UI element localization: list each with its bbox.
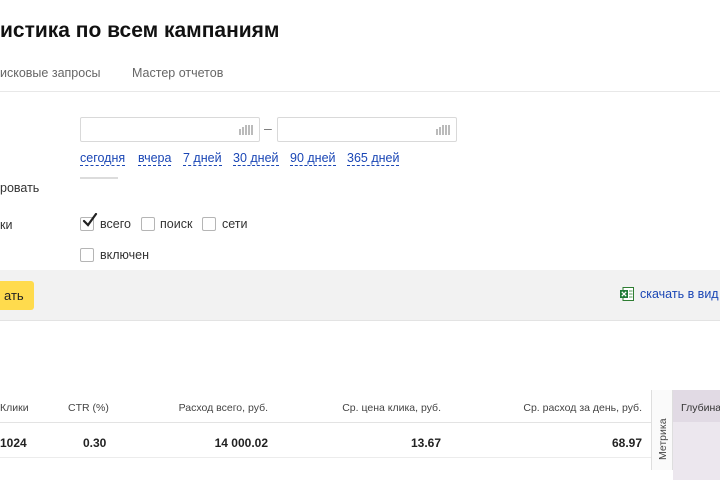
checkbox-all[interactable] <box>80 213 98 231</box>
tab-search-queries[interactable]: исковые запросы <box>0 66 100 80</box>
checkbox-networks[interactable] <box>202 217 216 231</box>
col-header-depth[interactable]: Глубина <box>681 402 720 414</box>
col-header-ctr[interactable]: CTR (%) <box>68 402 109 414</box>
col-header-avg-cpc[interactable]: Ср. цена клика, руб. <box>300 402 441 414</box>
statistics-page: истика по всем кампаниям исковые запросы… <box>0 0 720 480</box>
col-header-spend-total[interactable]: Расход всего, руб. <box>150 402 268 414</box>
preset-30-days[interactable]: 30 дней <box>233 151 279 166</box>
action-panel: ать скачать в вид <box>0 270 720 321</box>
preset-7-days[interactable]: 7 дней <box>183 151 222 166</box>
calendar-icon[interactable] <box>436 125 450 135</box>
cell-avg-daily-spend: 68.97 <box>611 436 642 450</box>
checkbox-enabled-label[interactable]: включен <box>100 248 149 262</box>
preset-yesterday[interactable]: вчера <box>138 151 172 166</box>
tabs-divider <box>0 91 720 92</box>
page-title: истика по всем кампаниям <box>0 19 280 42</box>
checkmark-icon <box>82 213 98 227</box>
checkbox-all-label[interactable]: всего <box>100 217 131 231</box>
tab-report-wizard[interactable]: Мастер отчетов <box>132 66 223 80</box>
show-button[interactable]: ать <box>0 281 34 310</box>
row-divider <box>0 457 720 458</box>
calendar-icon[interactable] <box>239 125 253 135</box>
checkbox-enabled[interactable] <box>80 248 94 262</box>
preset-365-days[interactable]: 365 дней <box>347 151 400 166</box>
date-to-input[interactable] <box>277 117 457 142</box>
metrika-column-toggle[interactable]: Метрика <box>651 390 673 470</box>
group-label: ровать <box>0 181 40 195</box>
checkbox-search[interactable] <box>141 217 155 231</box>
cell-ctr: 0.30 <box>83 436 107 450</box>
cell-spend-total: 14 000.02 <box>214 436 268 450</box>
platforms-label: ки <box>0 218 13 232</box>
header-divider <box>0 422 720 423</box>
preset-90-days[interactable]: 90 дней <box>290 151 336 166</box>
download-link-label: скачать в вид <box>640 287 719 301</box>
date-range-dash: – <box>264 120 272 136</box>
grouping-selector[interactable] <box>80 177 118 179</box>
cell-clicks: 1024 <box>0 436 27 450</box>
depth-column: Глубина <box>673 390 720 480</box>
checkbox-search-label[interactable]: поиск <box>160 217 192 231</box>
stats-table: Клики CTR (%) Расход всего, руб. Ср. цен… <box>0 390 720 480</box>
metrika-label: Метрика <box>657 418 669 460</box>
date-from-input[interactable] <box>80 117 260 142</box>
cell-avg-cpc: 13.67 <box>410 436 441 450</box>
col-header-avg-daily-spend[interactable]: Ср. расход за день, руб. <box>480 402 642 414</box>
preset-today[interactable]: сегодня <box>80 151 126 166</box>
excel-icon <box>620 287 634 301</box>
checkbox-networks-label[interactable]: сети <box>222 217 248 231</box>
col-header-clicks[interactable]: Клики <box>0 402 29 414</box>
